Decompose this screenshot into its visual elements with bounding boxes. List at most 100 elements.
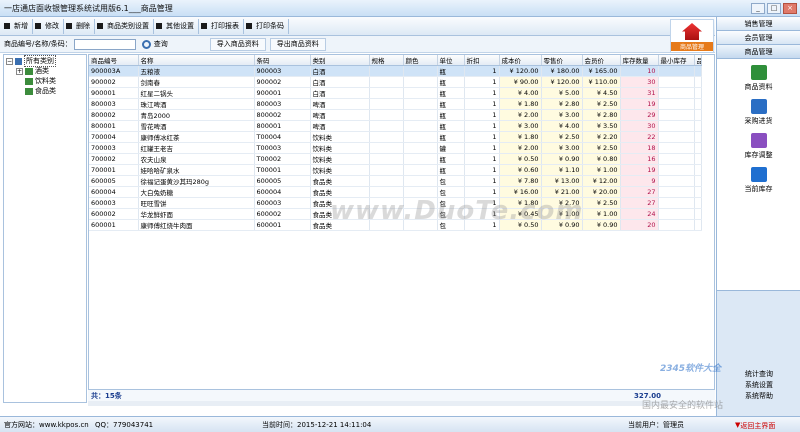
table-cell: 22 bbox=[620, 131, 659, 143]
column-header[interactable]: 商品编号 bbox=[89, 55, 139, 66]
table-cell: 1 bbox=[464, 87, 500, 99]
sales-management-tab[interactable]: 销售管理 bbox=[717, 17, 800, 31]
stock-adjust-item[interactable]: 库存调整 bbox=[717, 133, 800, 160]
system-settings-tab[interactable]: 系统设置 bbox=[717, 380, 800, 391]
table-row[interactable]: 700001 娃哈哈矿泉水 T00001 饮料类 瓶 1 ¥ 0.60 ¥ 1.10 ¥ 1.0… bbox=[89, 164, 702, 176]
table-cell: 9 bbox=[620, 175, 659, 187]
column-header[interactable]: 库存数量 bbox=[620, 55, 659, 66]
title-bar: 一店通店面收银管理系统试用版6.1___商品管理 _ □ × bbox=[0, 0, 800, 17]
column-header[interactable]: 成本价 bbox=[499, 55, 542, 66]
table-cell: 800003 bbox=[254, 98, 311, 110]
table-cell: 啤酒 bbox=[310, 98, 370, 110]
back-to-main-button[interactable]: ▼ 返回主界面 bbox=[735, 421, 775, 430]
table-cell: ¥ 1.00 bbox=[582, 208, 621, 220]
table-cell bbox=[658, 76, 695, 88]
system-help-tab[interactable]: 系统帮助 bbox=[717, 391, 800, 402]
export-button[interactable]: 导出商品资料 bbox=[269, 37, 326, 51]
current-stock-item[interactable]: 当前库存 bbox=[717, 167, 800, 194]
maximize-button[interactable]: □ bbox=[767, 2, 781, 14]
table-cell bbox=[694, 197, 702, 209]
close-button[interactable]: × bbox=[783, 2, 797, 14]
table-cell: 1 bbox=[464, 65, 500, 77]
table-cell: 900002 bbox=[254, 76, 311, 88]
current-stock-icon bbox=[750, 167, 767, 182]
column-header[interactable]: 会员价 bbox=[582, 55, 621, 66]
website-link[interactable]: 官方网站：www.kkpos.cn bbox=[4, 420, 89, 430]
add-button[interactable]: 新增 bbox=[2, 18, 33, 34]
tree-item[interactable]: 饮料类 bbox=[6, 76, 84, 86]
category-tree: − 所有类别 + 酒类 饮料类 食品类 bbox=[3, 54, 87, 403]
import-button[interactable]: 导入商品资料 bbox=[209, 37, 266, 51]
table-cell: 30 bbox=[620, 120, 659, 132]
table-row[interactable]: 800001 雪花啤酒 800001 啤酒瓶 1 ¥ 3.00 ¥ 4.00 ¥ 3.50 30 bbox=[89, 120, 702, 132]
table-row[interactable]: 800003 珠江啤酒 800003 啤酒瓶 1 ¥ 1.80 ¥ 2.80 ¥ 2.50 19 bbox=[89, 98, 702, 110]
table-row[interactable]: 700002 农夫山泉 T00002 饮料类 瓶 1 ¥ 0.50 ¥ 0.90 ¥ 0.80 1… bbox=[89, 153, 702, 165]
table-cell: 800002 bbox=[254, 109, 311, 121]
column-header[interactable]: 折扣 bbox=[464, 55, 500, 66]
column-header[interactable]: 单位 bbox=[437, 55, 465, 66]
table-row[interactable]: 800002 青岛2000 800002 啤酒瓶 1 ¥ 2.00 ¥ 3.00 ¥ 2.80… bbox=[89, 109, 702, 121]
tree-root[interactable]: − 所有类别 bbox=[6, 55, 84, 67]
column-header[interactable]: 名称 bbox=[138, 55, 255, 66]
minimize-button[interactable]: _ bbox=[751, 2, 765, 14]
table-cell: 24 bbox=[620, 208, 659, 220]
table-cell: ¥ 0.90 bbox=[582, 219, 621, 231]
search-input[interactable] bbox=[73, 38, 136, 50]
house-icon bbox=[682, 23, 702, 40]
stock-adjust-icon bbox=[750, 133, 767, 148]
tree-item[interactable]: 食品类 bbox=[6, 86, 84, 96]
collapse-icon[interactable]: − bbox=[6, 57, 13, 65]
table-row[interactable]: 900003A 五粮液 900003 白酒 瓶 1 ¥ 120.00 ¥ 180.00 ¥ 16… bbox=[89, 65, 702, 77]
expand-icon[interactable]: + bbox=[16, 67, 23, 75]
table-row[interactable]: 700003 红罐王老吉 T00003 饮料类 罐 1 ¥ 2.00 ¥ 3.00 ¥ 2.50… bbox=[89, 142, 702, 154]
member-management-tab[interactable]: 会员管理 bbox=[717, 31, 800, 45]
horizontal-scrollbar[interactable] bbox=[88, 401, 715, 406]
table-cell: ¥ 120.00 bbox=[541, 76, 583, 88]
table-cell: 1 bbox=[464, 76, 500, 88]
tree-item[interactable]: + 酒类 bbox=[6, 66, 84, 76]
table-cell bbox=[369, 142, 404, 154]
table-cell bbox=[658, 164, 695, 176]
statistics-tab[interactable]: 统计查询 bbox=[717, 369, 800, 380]
table-cell: 27 bbox=[620, 186, 659, 198]
other-settings-button[interactable]: 其他设置 bbox=[154, 18, 199, 34]
table-cell bbox=[694, 131, 702, 143]
column-header[interactable]: 条码 bbox=[254, 55, 311, 66]
column-header[interactable]: 最小库存 bbox=[658, 55, 695, 66]
column-header[interactable]: 类别 bbox=[310, 55, 370, 66]
table-cell: T00002 bbox=[254, 153, 311, 165]
product-management-tab[interactable]: 商品管理 bbox=[717, 45, 800, 59]
settings-icon bbox=[156, 23, 162, 29]
table-cell: ¥ 20.00 bbox=[582, 186, 621, 198]
table-cell: ¥ 2.50 bbox=[582, 98, 621, 110]
edit-button[interactable]: 修改 bbox=[33, 18, 64, 34]
delete-button[interactable]: 删除 bbox=[64, 18, 95, 34]
table-cell: 农夫山泉 bbox=[138, 153, 255, 165]
table-cell: ¥ 4.00 bbox=[541, 120, 583, 132]
table-cell: ¥ 1.80 bbox=[499, 98, 542, 110]
purchase-item[interactable]: 采购进货 bbox=[717, 99, 800, 126]
query-button[interactable]: 查询 bbox=[141, 39, 168, 49]
table-cell: ¥ 1.80 bbox=[499, 131, 542, 143]
table-cell: ¥ 165.00 bbox=[582, 65, 621, 77]
product-info-item[interactable]: 商品资料 bbox=[717, 65, 800, 92]
table-cell: ¥ 3.00 bbox=[499, 120, 542, 132]
category-settings-button[interactable]: 商品类别设置 bbox=[95, 18, 154, 34]
table-row[interactable]: 900002 剑南春 900002 白酒瓶 1 ¥ 90.00 ¥ 120.00 ¥ 110.… bbox=[89, 76, 702, 88]
table-row[interactable]: 900001 红星二锅头 900001 白酒瓶 1 ¥ 4.00 ¥ 5.00 ¥ 4.50 3… bbox=[89, 87, 702, 99]
table-cell: 1 bbox=[464, 120, 500, 132]
table-cell: ¥ 2.00 bbox=[499, 142, 542, 154]
column-header[interactable]: 规格 bbox=[369, 55, 404, 66]
column-header[interactable]: 颜色 bbox=[403, 55, 438, 66]
table-cell bbox=[658, 208, 695, 220]
table-cell: 红罐王老吉 bbox=[138, 142, 255, 154]
print-icon bbox=[201, 23, 207, 29]
column-header[interactable]: 零售价 bbox=[541, 55, 583, 66]
print-report-button[interactable]: 打印报表 bbox=[199, 18, 244, 34]
table-row[interactable]: 700004 康师傅冰红茶 T00004 饮料类 瓶 1 ¥ 1.80 ¥ 2.50 ¥ 2.2… bbox=[89, 131, 702, 143]
table-row[interactable]: 600005 徐福记蛋黄沙其玛280g 600005 食品类包 1 ¥ 7.80 ¥ 13.… bbox=[89, 175, 702, 187]
table-cell bbox=[694, 164, 702, 176]
column-header[interactable]: 品牌 bbox=[694, 55, 702, 66]
table-cell bbox=[369, 131, 404, 143]
print-barcode-button[interactable]: 打印条码 bbox=[244, 18, 289, 34]
